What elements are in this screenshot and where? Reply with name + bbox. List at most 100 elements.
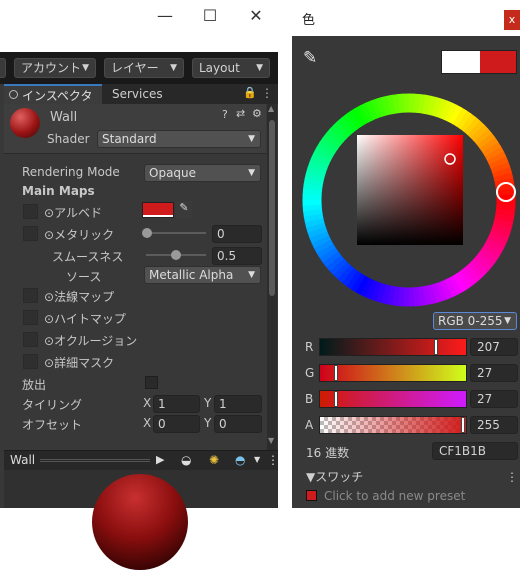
preview-lights-icon[interactable]: ✺ [209,453,219,467]
close-color-picker-button[interactable]: x [504,10,520,30]
preview-shape-sphere-icon[interactable]: ◒ [181,453,191,467]
add-preset-text[interactable]: Click to add new preset [324,489,465,503]
a-channel-slider[interactable] [319,416,467,434]
picker-eyedropper-icon[interactable]: ✎ [303,48,317,68]
color-mode-dropdown[interactable]: RGB 0-255 ▼ [433,312,517,330]
hex-field[interactable]: CF1B1B [432,442,518,460]
color-mode-value: RGB 0-255 [438,314,503,328]
main-maps-heading: Main Maps [22,184,95,198]
emission-checkbox[interactable] [145,376,158,389]
close-window-button[interactable]: ✕ [246,6,266,26]
g-channel-label: G [305,366,315,380]
inspector-scroll-thumb[interactable] [269,120,275,296]
g-channel-field[interactable]: 27 [470,364,518,382]
chevron-down-icon: ▼ [256,63,263,73]
lock-icon[interactable]: 🔒 [243,86,257,99]
height-map-label: ⊙ハイトマップ [44,312,126,326]
presets-icon[interactable]: ⇄ [236,107,245,120]
material-sphere-icon [10,108,40,138]
b-channel-field[interactable]: 27 [470,390,518,408]
help-icon[interactable]: ? [222,108,228,121]
normal-map-label: ⊙法線マップ [44,290,115,304]
normal-map-slot[interactable] [23,288,38,303]
height-map-slot[interactable] [23,310,38,325]
tab-services[interactable]: Services [112,84,163,104]
detail-mask-slot[interactable] [23,354,38,369]
editor-title-bar: — ☐ ✕ [0,0,278,52]
info-icon [9,90,18,99]
swatch-current-color[interactable] [306,490,317,501]
source-label: ソース [66,270,102,284]
r-channel-field[interactable]: 207 [470,338,518,356]
a-channel-handle[interactable] [461,417,465,433]
smoothness-value-field[interactable]: 0.5 [212,247,262,265]
account-dropdown[interactable]: アカウント ▼ [14,58,96,78]
albedo-color-field[interactable] [142,202,174,218]
chevron-down-icon: ▼ [504,316,511,326]
tiling-x-field[interactable]: 1 [153,395,200,413]
shader-dropdown[interactable]: Standard ▼ [97,130,261,148]
tiling-x-label: X [143,396,152,410]
preview-sphere [92,474,188,570]
maximize-button[interactable]: ☐ [200,6,220,26]
occlusion-map-slot[interactable] [23,332,38,347]
b-channel-slider[interactable] [319,390,467,408]
b-channel-handle[interactable] [334,391,338,407]
preview-sky-icon[interactable]: ◓ [235,453,245,467]
scroll-up-icon[interactable]: ▲ [268,104,274,113]
chevron-down-icon: ▼ [248,134,255,144]
tiling-y-field[interactable]: 1 [214,395,262,413]
source-dropdown[interactable]: Metallic Alpha ▼ [144,266,261,284]
detail-mask-label: ⊙詳細マスク [44,356,115,370]
more-options-icon[interactable]: ⋮ [261,86,273,100]
a-channel-field[interactable]: 255 [470,416,518,434]
albedo-texture-slot[interactable] [23,204,38,219]
occlusion-label: ⊙オクルージョン [44,334,138,348]
hue-wheel[interactable] [299,90,519,310]
color-compare-swatch[interactable] [441,50,517,74]
toolbar-edge-dropdown[interactable] [0,58,6,78]
rendering-mode-label: Rendering Mode [22,165,120,179]
layers-dropdown[interactable]: レイヤー ▼ [104,58,184,78]
tab-inspector[interactable]: インスペクター [4,84,102,123]
previous-color[interactable] [442,51,480,73]
chevron-down-icon: ▼ [82,63,89,73]
smoothness-slider-handle[interactable] [171,250,181,260]
close-icon: x [508,13,516,26]
settings-gear-icon[interactable]: ⚙ [252,107,262,120]
metallic-slider-track[interactable] [146,232,206,234]
metallic-slider-handle[interactable] [142,228,152,238]
offset-y-field[interactable]: 0 [214,415,262,433]
play-icon[interactable]: ▶ [156,453,164,466]
g-channel-handle[interactable] [334,365,338,381]
g-channel-slider[interactable] [319,364,467,382]
preview-drag-handle[interactable] [40,459,150,462]
saturation-value-shade [357,135,463,245]
swatch-options-icon[interactable]: ⋮ [506,470,518,484]
swatches-foldout[interactable]: ▼スワッチ [306,468,363,485]
preview-more-icon[interactable]: ⋮ [267,453,279,467]
r-channel-slider[interactable] [319,338,467,356]
smoothness-label: スムースネス [52,250,124,264]
offset-label: オフセット [22,418,83,432]
offset-x-field[interactable]: 0 [153,415,200,433]
eyedropper-icon[interactable]: ✎ [176,201,192,219]
source-value: Metallic Alpha [149,268,234,282]
minimize-button[interactable]: — [155,6,175,26]
hex-label: 16 進数 [306,446,350,460]
r-channel-label: R [305,340,314,354]
a-channel-label: A [305,418,314,432]
rendering-mode-dropdown[interactable]: Opaque ▼ [144,164,261,182]
layout-dropdown[interactable]: Layout ▼ [192,58,270,78]
albedo-label: ⊙アルベド [44,206,102,220]
metallic-texture-slot[interactable] [23,226,38,241]
preview-toolbar: Wall ▶ ◒ ✺ ◓ ▼ ⋮ [4,450,279,470]
offset-x-label: X [143,416,152,430]
preview-title: Wall [10,453,36,467]
emission-label: 放出 [22,378,47,392]
metallic-value-field[interactable]: 0 [212,225,262,243]
tiling-y-label: Y [204,396,212,410]
scroll-down-icon[interactable]: ▼ [268,436,274,445]
r-channel-handle[interactable] [434,339,438,355]
chevron-down-icon[interactable]: ▼ [254,455,260,464]
